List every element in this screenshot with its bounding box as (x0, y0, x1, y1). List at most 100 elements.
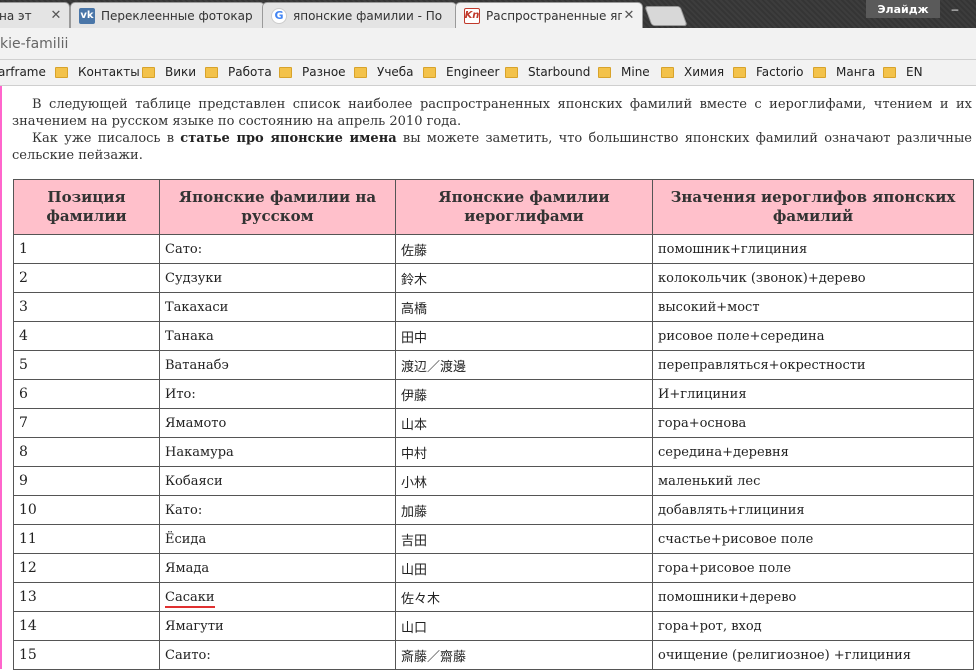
russian-cell-text: Ямамото (165, 415, 227, 431)
kanji-cell-text: 田中 (401, 330, 428, 346)
close-icon[interactable]: ✕ (49, 8, 63, 23)
position-cell: 6 (13, 379, 160, 409)
position-cell: 11 (13, 524, 160, 554)
meaning-cell: середина+деревня (652, 437, 974, 467)
bookmark-item[interactable]: arframe (0, 65, 46, 79)
kanji-cell: 渡辺／渡邊 (395, 350, 653, 380)
russian-cell: Ёсида (159, 524, 396, 554)
russian-cell: Танака (159, 321, 396, 351)
russian-cell: Сато: (159, 234, 396, 264)
table-row: 15 Саито: 斎藤／齋藤 очищение (религиозное) +гли… (13, 640, 974, 670)
bookmark-item[interactable]: Engineer (423, 65, 499, 79)
russian-cell-text: Ямагути (165, 618, 224, 634)
bookmark-item[interactable]: Работа (205, 65, 272, 79)
russian-cell: Ямамото (159, 408, 396, 438)
position-cell: 15 (13, 640, 160, 670)
meaning-cell: высокий+мост (652, 292, 974, 322)
tab-strip: на эт ✕ vk Переклеенные фотокар G японск… (0, 0, 976, 28)
kanji-cell-text: 吉田 (401, 533, 428, 549)
russian-cell-text: Ямада (165, 560, 210, 576)
tab-2[interactable]: G японские фамилии - По (262, 2, 457, 28)
intro-text: В следующей таблице представлен список н… (12, 97, 972, 129)
bookmark-item[interactable]: EN (883, 65, 923, 79)
url-field[interactable]: kie-familii (0, 36, 68, 52)
position-cell-text: 6 (19, 386, 28, 402)
russian-cell-text: Судзуки (165, 270, 223, 286)
bookmark-item[interactable]: Factorio (733, 65, 803, 79)
russian-cell-text: Такахаси (165, 299, 229, 315)
table-row: 11 Ёсида 吉田 счастье+рисовое поле (13, 524, 974, 554)
kanji-cell: 田中 (395, 321, 653, 351)
position-cell-text: 3 (19, 299, 28, 315)
meaning-cell-text: высокий+мост (658, 299, 760, 315)
google-icon: G (271, 7, 287, 24)
kanji-cell-text: 佐藤 (401, 243, 428, 259)
kanji-cell: 吉田 (395, 524, 653, 554)
kanji-cell-text: 渡辺／渡邊 (401, 359, 467, 375)
russian-cell: Ямада (159, 553, 396, 583)
table-row: 8 Накамура 中村 середина+деревня (13, 437, 974, 467)
kanji-cell-text: 山本 (401, 417, 428, 433)
bookmark-item[interactable]: Химия (661, 65, 724, 79)
position-cell-text: 5 (19, 357, 28, 373)
bookmark-item[interactable]: Разное (279, 65, 346, 79)
meaning-cell: помошник+глициния (652, 234, 974, 264)
russian-cell: Саито: (159, 640, 396, 670)
position-cell: 5 (13, 350, 160, 380)
position-cell: 13 (13, 582, 160, 612)
kanji-cell-text: 高橋 (401, 301, 428, 317)
russian-cell-text: Като: (165, 502, 203, 518)
page-content: В следующей таблице представлен список н… (0, 86, 976, 670)
folder-icon (142, 66, 155, 78)
russian-cell: Сасаки (159, 582, 396, 612)
minimize-icon[interactable]: – (944, 0, 966, 18)
position-cell: 3 (13, 292, 160, 322)
tab-1[interactable]: vk Переклеенные фотокар (70, 2, 265, 28)
kanji-cell: 佐々木 (395, 582, 653, 612)
kanji-cell: 斎藤／齋藤 (395, 640, 653, 670)
bookmark-item[interactable]: Манга (813, 65, 875, 79)
meaning-cell: колокольчик (звонок)+дерево (652, 263, 974, 293)
table-row: 7 Ямамото 山本 гора+основа (13, 408, 974, 438)
meaning-cell-text: гора+основа (658, 415, 747, 431)
table-row: 6 Ито: 伊藤 И+глициния (13, 379, 974, 409)
position-cell: 10 (13, 495, 160, 525)
russian-cell-text: Ватанабэ (165, 357, 229, 373)
folder-icon (279, 66, 292, 78)
folder-icon (733, 66, 746, 78)
profile-button[interactable]: Элайдж (866, 0, 940, 18)
bookmark-item[interactable]: Учеба (354, 65, 414, 79)
meaning-cell: гора+основа (652, 408, 974, 438)
position-cell-text: 4 (19, 328, 28, 344)
bookmark-item[interactable]: Контакты (55, 65, 140, 79)
table-header-row: Позиция фамилии Японские фамилии на русс… (13, 179, 974, 235)
folder-icon (55, 66, 68, 78)
kanji-cell: 小林 (395, 466, 653, 496)
bookmark-label: Контакты (78, 65, 140, 79)
russian-cell-text: Сасаки (165, 589, 215, 608)
bookmark-label: Разное (302, 65, 346, 79)
meaning-cell: рисовое поле+середина (652, 321, 974, 351)
position-cell: 8 (13, 437, 160, 467)
meaning-cell-text: переправляться+окрестности (658, 357, 866, 373)
kanji-cell-text: 加藤 (401, 504, 428, 520)
meaning-cell: И+глициния (652, 379, 974, 409)
bookmark-item[interactable]: Starbound (505, 65, 590, 79)
table-row: 2 Судзуки 鈴木 колокольчик (звонок)+дерево (13, 263, 974, 293)
table-row: 14 Ямагути 山口 гора+рот, вход (13, 611, 974, 641)
bookmark-item[interactable]: Вики (142, 65, 196, 79)
russian-cell: Като: (159, 495, 396, 525)
bookmark-label: Работа (228, 65, 272, 79)
kanji-cell-text: 伊藤 (401, 388, 428, 404)
bookmark-label: Starbound (528, 65, 591, 79)
position-cell-text: 12 (19, 560, 37, 576)
vk-icon: vk (79, 7, 95, 24)
tab-3-active[interactable]: Kn Распространенные япон ✕ (455, 2, 643, 28)
article-link[interactable]: статье про японские имена (180, 131, 396, 146)
new-tab-button[interactable] (644, 6, 688, 26)
close-icon[interactable]: ✕ (622, 8, 636, 23)
bookmark-item[interactable]: Mine (598, 65, 650, 79)
kanji-cell: 伊藤 (395, 379, 653, 409)
intro-paragraph: В следующей таблице представлен список н… (12, 96, 972, 130)
tab-0[interactable]: на эт ✕ (0, 2, 70, 28)
